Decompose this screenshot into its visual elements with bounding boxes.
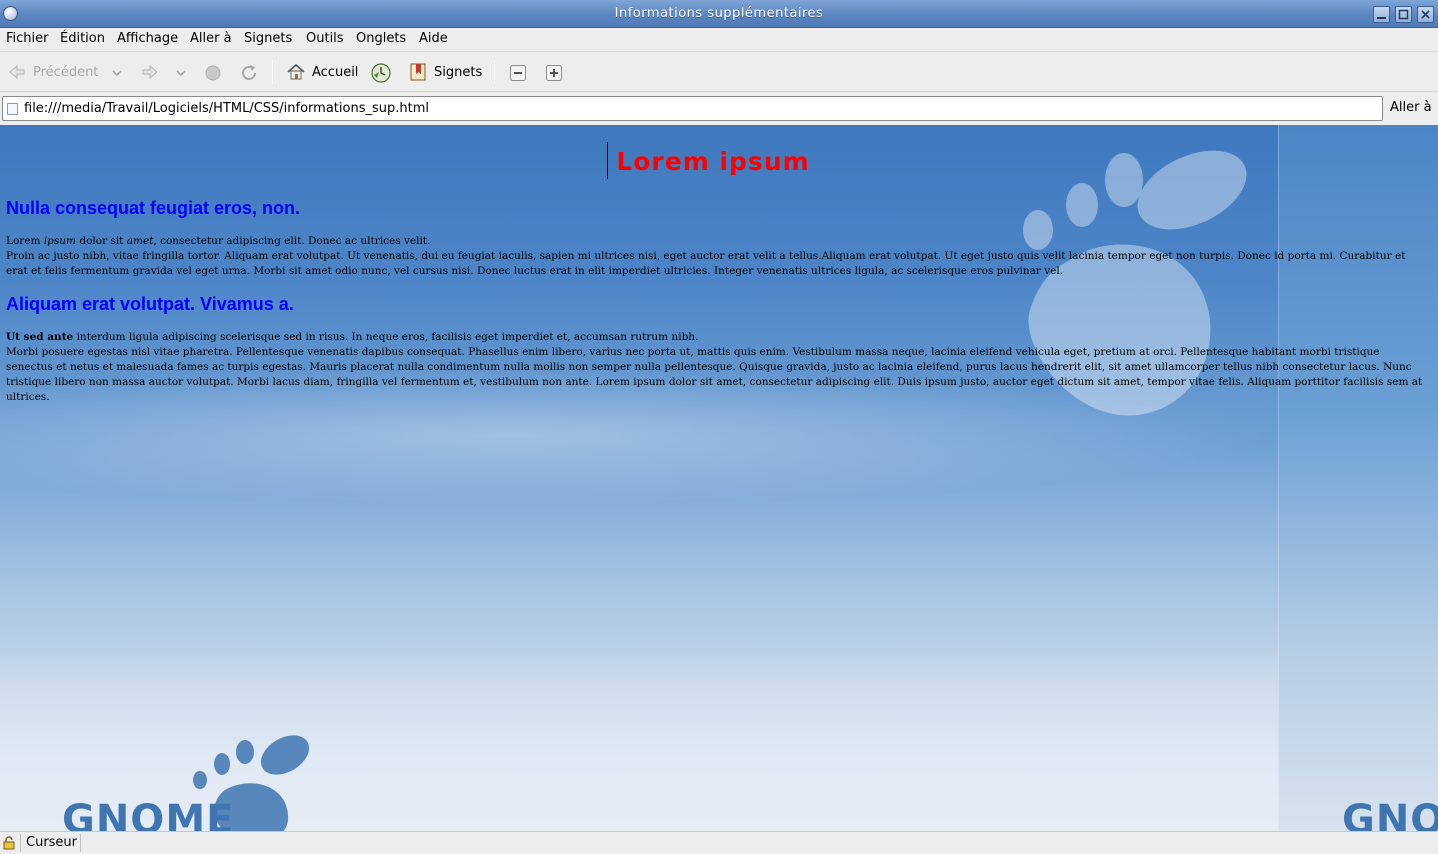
- p2-strong: Ut sed ante: [6, 331, 74, 343]
- history-clock-icon[interactable]: [370, 62, 392, 84]
- back-button[interactable]: Précédent: [7, 62, 98, 82]
- maximize-button[interactable]: [1395, 6, 1412, 23]
- gnome-wordmark-left: GNOME: [62, 797, 235, 831]
- forward-history-chevron-icon[interactable]: [175, 67, 187, 79]
- gnome-wordmark-right: GNO: [1342, 797, 1438, 831]
- menu-onglets[interactable]: Onglets: [356, 31, 406, 46]
- security-lock-icon[interactable]: [2, 836, 16, 850]
- p1-text-a: Lorem: [6, 235, 44, 247]
- bookmarks-icon: [410, 63, 426, 81]
- wallpaper-side-panel: [1278, 125, 1438, 831]
- back-arrow-icon: [9, 64, 25, 80]
- bookmarks-button[interactable]: Signets: [408, 62, 482, 82]
- window-title: Informations supplémentaires: [614, 6, 824, 21]
- close-icon: [1421, 10, 1430, 19]
- page-title: Lorem ipsum: [616, 147, 810, 176]
- go-button[interactable]: Aller à: [1390, 100, 1432, 115]
- reload-icon[interactable]: [238, 62, 260, 84]
- section-heading-1: Nulla consequat feugiat eros, non.: [6, 198, 301, 218]
- p1-emphasis-2: amet: [126, 235, 154, 247]
- toolbar-separator: [494, 60, 495, 84]
- location-bar: file:///media/Travail/Logiciels/HTML/CSS…: [0, 93, 1438, 124]
- page-favicon-icon: [7, 103, 18, 115]
- menu-fichier[interactable]: Fichier: [6, 31, 49, 46]
- minimize-icon: [1377, 17, 1386, 19]
- navigation-toolbar: Précédent Accueil Signets: [0, 52, 1438, 92]
- status-bar: Curseur: [0, 831, 1438, 854]
- home-button[interactable]: Accueil: [286, 62, 358, 82]
- section-heading-2: Aliquam erat volutpat. Vivamus a.: [6, 294, 294, 314]
- status-text: Curseur: [26, 835, 78, 850]
- p2-text-a: interdum ligula adipiscing scelerisque s…: [73, 331, 699, 343]
- back-history-chevron-icon[interactable]: [111, 67, 123, 79]
- menu-affichage[interactable]: Affichage: [117, 31, 178, 46]
- menu-aide[interactable]: Aide: [419, 31, 448, 46]
- back-label: Précédent: [33, 64, 99, 80]
- home-icon: [287, 63, 305, 80]
- menu-bar: Fichier Édition Affichage Aller à Signet…: [0, 28, 1438, 52]
- home-label: Accueil: [312, 64, 359, 80]
- p1-text-c: , consectetur adipiscing elit. Donec ac …: [153, 235, 431, 247]
- url-text: file:///media/Travail/Logiciels/HTML/CSS…: [24, 101, 429, 116]
- page-content: GNOME GNO Lorem ipsum Nulla consequat fe…: [0, 125, 1438, 831]
- forward-arrow-icon[interactable]: [139, 62, 161, 82]
- menu-outils[interactable]: Outils: [306, 31, 344, 46]
- p1-emphasis-1: ipsum: [43, 235, 77, 247]
- menu-signets[interactable]: Signets: [244, 31, 292, 46]
- paragraph-1: Lorem ipsum dolor sit amet, consectetur …: [6, 234, 1428, 279]
- status-divider: [20, 834, 21, 852]
- url-input[interactable]: file:///media/Travail/Logiciels/HTML/CSS…: [2, 96, 1383, 121]
- p2-text-b: Morbi posuere egestas nisl vitae pharetr…: [6, 346, 1423, 403]
- toolbar-separator: [272, 60, 273, 84]
- zoom-out-icon[interactable]: [508, 63, 528, 83]
- menu-aller[interactable]: Aller à: [190, 31, 232, 46]
- menu-edition[interactable]: Édition: [60, 31, 105, 46]
- p1-text-b: dolor sit: [76, 235, 127, 247]
- maximize-icon: [1398, 9, 1409, 20]
- stop-icon[interactable]: [203, 63, 223, 83]
- minimize-button[interactable]: [1373, 6, 1390, 23]
- zoom-in-icon[interactable]: [544, 63, 564, 83]
- status-divider: [80, 834, 81, 852]
- paragraph-2: Ut sed ante interdum ligula adipiscing s…: [6, 330, 1428, 405]
- window-titlebar: Informations supplémentaires: [0, 0, 1438, 28]
- p1-text-d: Proin ac justo nibh, vitae fringilla tor…: [6, 250, 1406, 277]
- bookmarks-label: Signets: [434, 64, 483, 80]
- close-button[interactable]: [1417, 6, 1434, 23]
